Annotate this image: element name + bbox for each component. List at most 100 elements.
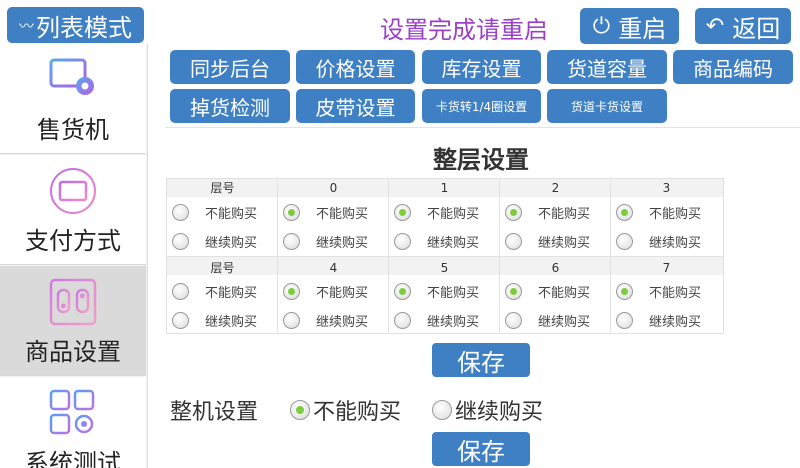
radio-button[interactable] [283, 232, 300, 250]
sidebar-item-vending-machine[interactable]: 售货机 [0, 44, 146, 154]
radio-continue-layer-1[interactable]: 继续购买 [389, 230, 500, 252]
machine-radio-continue[interactable]: 继续购买 [432, 394, 543, 426]
option-label: 不能购买 [649, 206, 702, 222]
option-label: 不能购买 [538, 206, 591, 222]
tab-stock-settings[interactable]: 库存设置 [422, 50, 541, 84]
eye-closed-icon: 〰 [18, 16, 34, 35]
radio-button[interactable] [394, 311, 411, 329]
option-label: 不能购买 [205, 285, 258, 301]
option-label: 继续购买 [649, 314, 702, 330]
radio-no-buy-layer-7[interactable]: 不能购买 [611, 280, 722, 302]
radio-continue-layer-4[interactable]: 继续购买 [278, 309, 389, 331]
grid-gear-icon [49, 389, 95, 435]
product-slot-icon [49, 278, 97, 326]
sidebar-item-label: 商品设置 [25, 338, 121, 366]
radio-button[interactable] [394, 203, 411, 221]
option-label: 继续购买 [649, 235, 702, 251]
restart-button[interactable]: ⏻ 重启 [580, 8, 679, 44]
radio-button[interactable] [616, 311, 633, 329]
machine-setting-label: 整机设置 [170, 400, 259, 425]
radio-no-buy-layer-2[interactable]: 不能购买 [500, 201, 611, 223]
radio-continue-layer-6[interactable]: 继续购买 [500, 309, 611, 331]
option-label: 继续购买 [205, 235, 258, 251]
radio-button[interactable] [172, 282, 189, 300]
radio-no-buy-layer-3[interactable]: 不能购买 [611, 201, 722, 223]
sidebar-item-payment-method[interactable]: 支付方式 [0, 155, 146, 265]
radio-no-buy-layer-4[interactable]: 不能购买 [278, 280, 389, 302]
option-label: 继续购买 [316, 314, 369, 330]
radio-continue-layer-5[interactable]: 继续购买 [389, 309, 500, 331]
layer-setting-title: 整层设置 [433, 146, 529, 174]
radio-button[interactable] [394, 232, 411, 250]
radio-continue-layer-0[interactable]: 继续购买 [278, 230, 389, 252]
option-label: 不能购买 [316, 285, 369, 301]
radio-button[interactable] [505, 232, 522, 250]
sidebar-item-product-settings[interactable]: 商品设置 [0, 266, 146, 376]
layer-save-button[interactable]: 保存 [432, 343, 530, 377]
radio-continue-layer-3[interactable]: 继续购买 [611, 230, 722, 252]
list-mode-button[interactable]: 〰 列表模式 [7, 7, 144, 43]
radio-no-buy-layer-5[interactable]: 不能购买 [389, 280, 500, 302]
option-label: 继续购买 [205, 314, 258, 330]
radio-no-buy-layer-0[interactable]: 不能购买 [278, 201, 389, 223]
radio-no-buy-layer-6[interactable]: 不能购买 [500, 280, 611, 302]
radio-no-buy-label-col[interactable]: 不能购买 [167, 280, 278, 302]
radio-button[interactable] [283, 203, 300, 221]
machine-radio-no-buy[interactable]: 不能购买 [290, 394, 401, 426]
restart-notice: 设置完成请重启 [380, 16, 548, 44]
tab-jam-quarter-turn[interactable]: 卡货转1/4圈设置 [422, 89, 541, 123]
layer-number: 5 [440, 261, 449, 275]
option-label: 不能购买 [313, 400, 402, 425]
option-label: 继续购买 [427, 314, 480, 330]
radio-button[interactable] [290, 400, 310, 420]
radio-continue-layer-2[interactable]: 继续购买 [500, 230, 611, 252]
radio-button[interactable] [172, 311, 189, 329]
option-label: 继续购买 [427, 235, 480, 251]
radio-button[interactable] [616, 203, 633, 221]
radio-button[interactable] [172, 232, 189, 250]
row-divider [167, 256, 723, 257]
radio-continue-label-col[interactable]: 继续购买 [167, 230, 278, 252]
option-label: 继续购买 [316, 235, 369, 251]
sidebar-item-label: 支付方式 [25, 227, 121, 255]
tab-sync-backend[interactable]: 同步后台 [170, 50, 290, 84]
radio-button[interactable] [283, 282, 300, 300]
layer-number: 3 [662, 181, 671, 195]
option-label: 不能购买 [649, 285, 702, 301]
option-label: 不能购买 [316, 206, 369, 222]
radio-button[interactable] [505, 282, 522, 300]
layer-number: 7 [662, 261, 671, 275]
radio-button[interactable] [505, 203, 522, 221]
tab-price-settings[interactable]: 价格设置 [296, 50, 415, 84]
sidebar: 售货机 支付方式 商品设置 系统测试 [0, 44, 148, 468]
radio-button[interactable] [432, 400, 452, 420]
sidebar-item-system-test[interactable]: 系统测试 [0, 377, 146, 468]
radio-button[interactable] [172, 203, 189, 221]
layer-header-label: 层号 [210, 261, 235, 275]
radio-button[interactable] [283, 311, 300, 329]
radio-no-buy-label-col[interactable]: 不能购买 [167, 201, 278, 223]
layer-number: 0 [329, 181, 338, 195]
layer-number: 6 [551, 261, 560, 275]
back-label: 返回 [732, 14, 781, 43]
radio-continue-layer-7[interactable]: 继续购买 [611, 309, 722, 331]
radio-no-buy-layer-1[interactable]: 不能购买 [389, 201, 500, 223]
tab-product-code[interactable]: 商品编码 [673, 50, 793, 84]
option-label: 继续购买 [538, 235, 591, 251]
layer-number: 4 [329, 261, 338, 275]
tab-drop-detection[interactable]: 掉货检测 [170, 89, 290, 123]
radio-button[interactable] [394, 282, 411, 300]
back-button[interactable]: ↶ 返回 [695, 8, 791, 44]
list-mode-label: 列表模式 [36, 13, 132, 42]
radio-button[interactable] [616, 232, 633, 250]
tab-belt-settings[interactable]: 皮带设置 [296, 89, 415, 123]
radio-continue-label-col[interactable]: 继续购买 [167, 309, 278, 331]
tab-slot-capacity[interactable]: 货道容量 [547, 50, 667, 84]
tab-slot-jam-settings[interactable]: 货道卡货设置 [547, 89, 667, 123]
restart-label: 重启 [618, 14, 667, 43]
radio-button[interactable] [505, 311, 522, 329]
option-label: 继续购买 [455, 400, 544, 425]
radio-button[interactable] [616, 282, 633, 300]
machine-save-button[interactable]: 保存 [432, 432, 530, 466]
card-icon [50, 168, 96, 214]
